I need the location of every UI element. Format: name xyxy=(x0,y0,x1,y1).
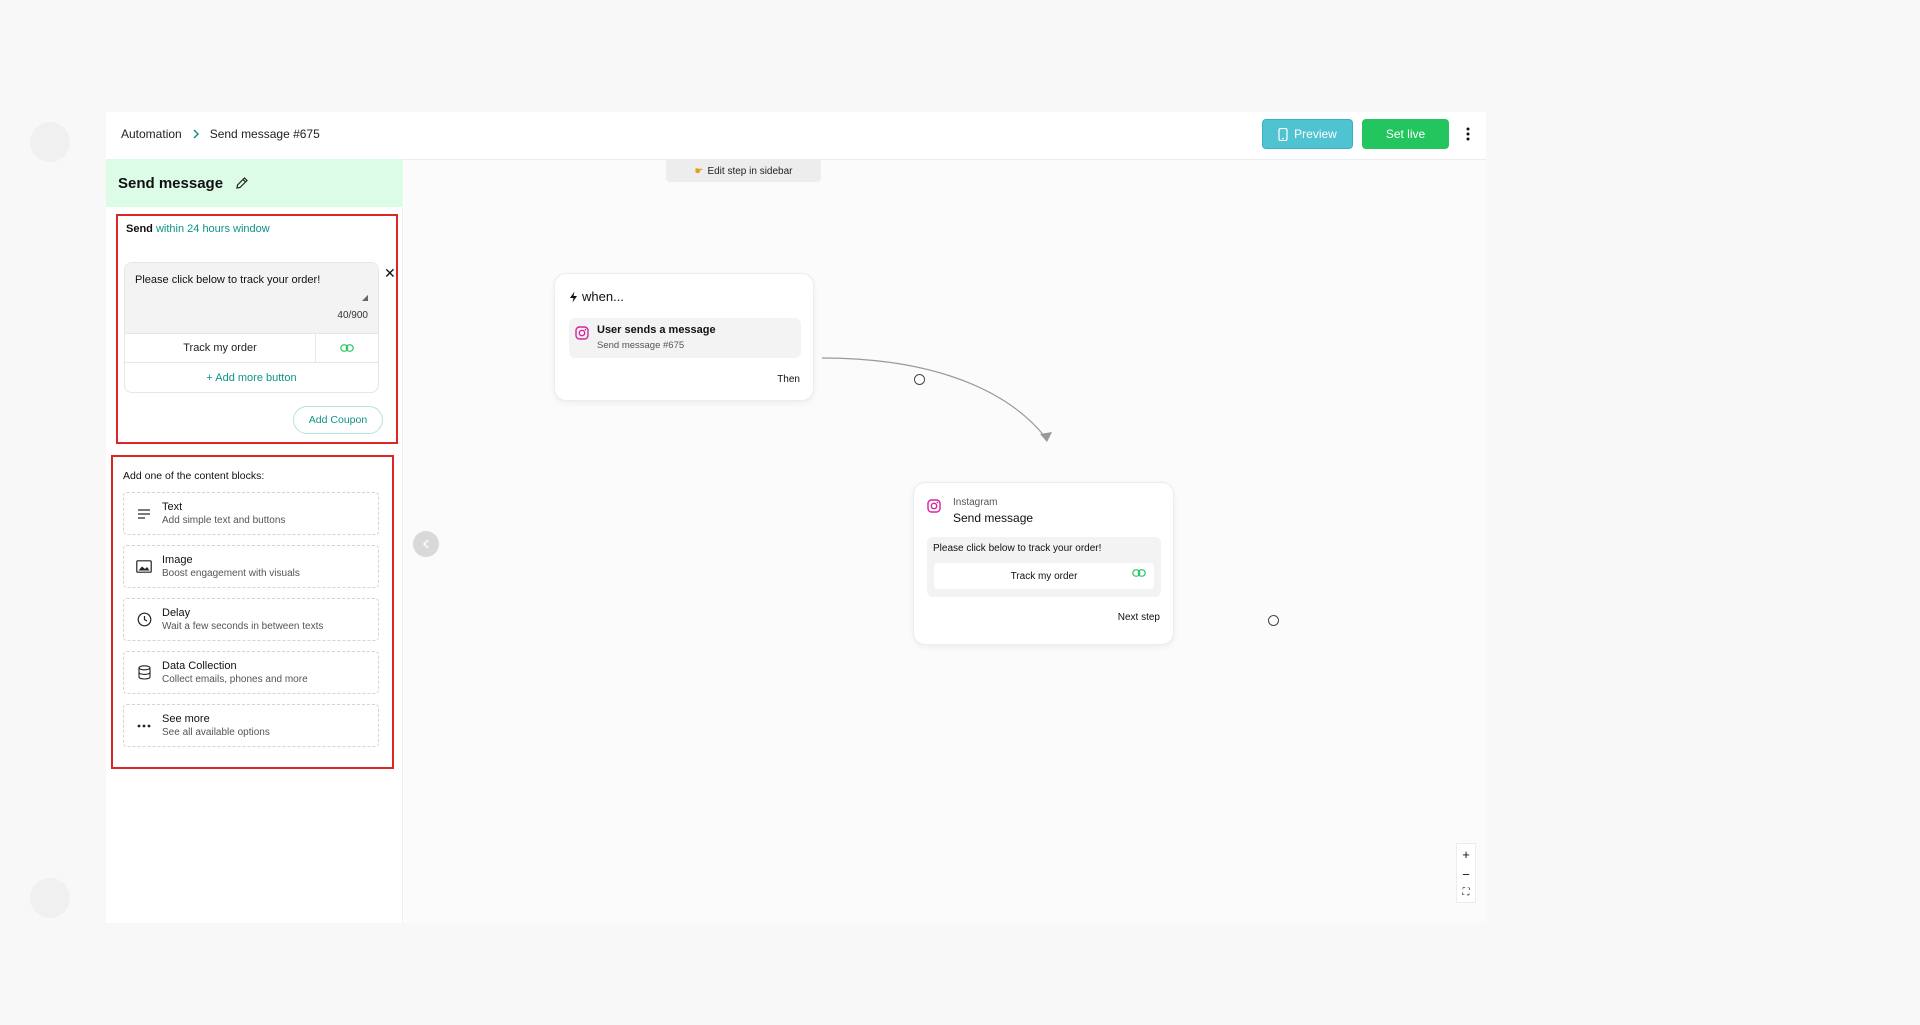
trigger-head: when... xyxy=(569,289,624,304)
block-subtitle: Wait a few seconds in between texts xyxy=(162,621,324,632)
then-label: Then xyxy=(777,374,800,385)
track-order-button[interactable]: Track my order xyxy=(125,334,316,362)
ellipsis-icon xyxy=(136,718,152,734)
trigger-subtitle: Send message #675 xyxy=(597,340,685,351)
send-message-node[interactable]: Instagram Send message Please click belo… xyxy=(913,482,1174,645)
top-bar: Automation Send message #675 Preview Set… xyxy=(106,112,1486,160)
fit-view-button[interactable]: ⛶ xyxy=(1463,888,1470,898)
trigger-head-text: when... xyxy=(582,289,624,304)
action-message-preview: Please click below to track your order! … xyxy=(927,537,1161,597)
chevron-left-icon xyxy=(422,539,429,549)
block-delay[interactable]: Delay Wait a few seconds in between texts xyxy=(123,598,379,641)
message-editor-section: Send within 24 hours window Please click… xyxy=(116,214,398,444)
instagram-icon xyxy=(927,499,941,513)
background-blur-shape xyxy=(30,878,70,918)
char-count: 40/900 xyxy=(337,310,368,321)
pencil-icon[interactable] xyxy=(235,176,249,190)
automation-editor: Automation Send message #675 Preview Set… xyxy=(106,112,1486,923)
message-button-row: Track my order xyxy=(125,333,378,363)
action-message-text: Please click below to track your order! xyxy=(933,543,1102,554)
button-link-toggle[interactable] xyxy=(316,334,378,362)
add-more-button[interactable]: + Add more button xyxy=(125,364,378,392)
action-title: Send message xyxy=(953,511,1034,525)
block-data-collection[interactable]: Data Collection Collect emails, phones an… xyxy=(123,651,379,694)
vertical-dots-icon xyxy=(1466,127,1470,141)
next-step-port[interactable] xyxy=(1268,615,1279,626)
step-sidebar: Send message Send within 24 hours window… xyxy=(106,159,403,923)
trigger-node[interactable]: when... User sends a message Send messag… xyxy=(554,273,814,401)
chevron-right-icon xyxy=(193,129,199,139)
block-image[interactable]: Image Boost engagement with visuals xyxy=(123,545,379,588)
track-order-label: Track my order xyxy=(183,342,257,354)
breadcrumb: Automation Send message #675 xyxy=(121,127,320,141)
action-platform: Instagram xyxy=(953,497,998,508)
close-icon[interactable]: ✕ xyxy=(384,266,396,280)
collapse-sidebar-button[interactable] xyxy=(413,531,439,557)
zoom-out-button[interactable]: − xyxy=(1462,868,1470,881)
phone-icon xyxy=(1278,127,1288,141)
set-live-label: Set live xyxy=(1385,127,1426,141)
sidebar-title: Send message xyxy=(118,174,224,192)
hand-pointer-icon: ☛ xyxy=(694,165,704,177)
block-title: Image xyxy=(162,554,193,566)
add-coupon-button[interactable]: Add Coupon xyxy=(293,406,383,434)
instagram-icon xyxy=(575,326,589,340)
resize-handle-icon[interactable]: ◢ xyxy=(362,293,368,302)
block-title: Text xyxy=(162,501,183,513)
set-live-button[interactable]: Set live xyxy=(1362,119,1449,149)
breadcrumb-root[interactable]: Automation xyxy=(121,127,182,141)
send-window-link[interactable]: within 24 hours window xyxy=(156,223,270,235)
zoom-in-button[interactable]: + xyxy=(1462,848,1470,861)
block-text[interactable]: Text Add simple text and buttons xyxy=(123,492,379,535)
block-subtitle: See all available options xyxy=(162,727,270,738)
breadcrumb-current: Send message #675 xyxy=(209,127,320,141)
sidebar-header: Send message xyxy=(106,159,403,207)
trigger-title: User sends a message xyxy=(597,324,716,336)
send-window-row: Send within 24 hours window xyxy=(126,223,270,235)
link-icon xyxy=(1132,569,1146,577)
image-icon xyxy=(136,559,152,575)
edit-step-hint: ☛ Edit step in sidebar xyxy=(666,160,821,182)
block-subtitle: Collect emails, phones and more xyxy=(162,674,308,685)
message-textarea[interactable]: Please click below to track your order! … xyxy=(125,263,378,333)
preview-label: Preview xyxy=(1294,127,1337,141)
zoom-controls: + − ⛶ xyxy=(1456,843,1476,903)
content-blocks-section: Add one of the content blocks: Text Add s… xyxy=(111,455,394,769)
action-button-label: Track my order xyxy=(1010,570,1078,582)
text-lines-icon xyxy=(136,506,152,522)
flow-canvas[interactable]: ☛ Edit step in sidebar when... User send… xyxy=(404,160,1486,923)
block-subtitle: Add simple text and buttons xyxy=(162,515,286,526)
trigger-event[interactable]: User sends a message Send message #675 xyxy=(569,318,801,358)
clock-icon xyxy=(136,612,152,628)
message-text: Please click below to track your order! xyxy=(135,274,321,286)
more-options-button[interactable] xyxy=(1456,119,1480,149)
block-title: Delay xyxy=(162,607,191,619)
block-see-more[interactable]: See more See all available options xyxy=(123,704,379,747)
block-title: See more xyxy=(162,713,210,725)
blocks-title: Add one of the content blocks: xyxy=(123,470,265,482)
block-subtitle: Boost engagement with visuals xyxy=(162,568,300,579)
block-title: Data Collection xyxy=(162,660,237,672)
then-port[interactable] xyxy=(914,374,925,385)
background-blur-shape xyxy=(30,122,70,162)
action-button-preview: Track my order xyxy=(934,563,1154,589)
link-icon xyxy=(340,344,354,352)
message-card: Please click below to track your order! … xyxy=(124,262,379,393)
edit-hint-text: Edit step in sidebar xyxy=(707,165,793,177)
database-icon xyxy=(136,665,152,681)
send-prefix: Send xyxy=(126,223,153,235)
preview-button[interactable]: Preview xyxy=(1262,119,1353,149)
lightning-icon xyxy=(570,291,577,302)
next-step-label: Next step xyxy=(1117,612,1160,623)
